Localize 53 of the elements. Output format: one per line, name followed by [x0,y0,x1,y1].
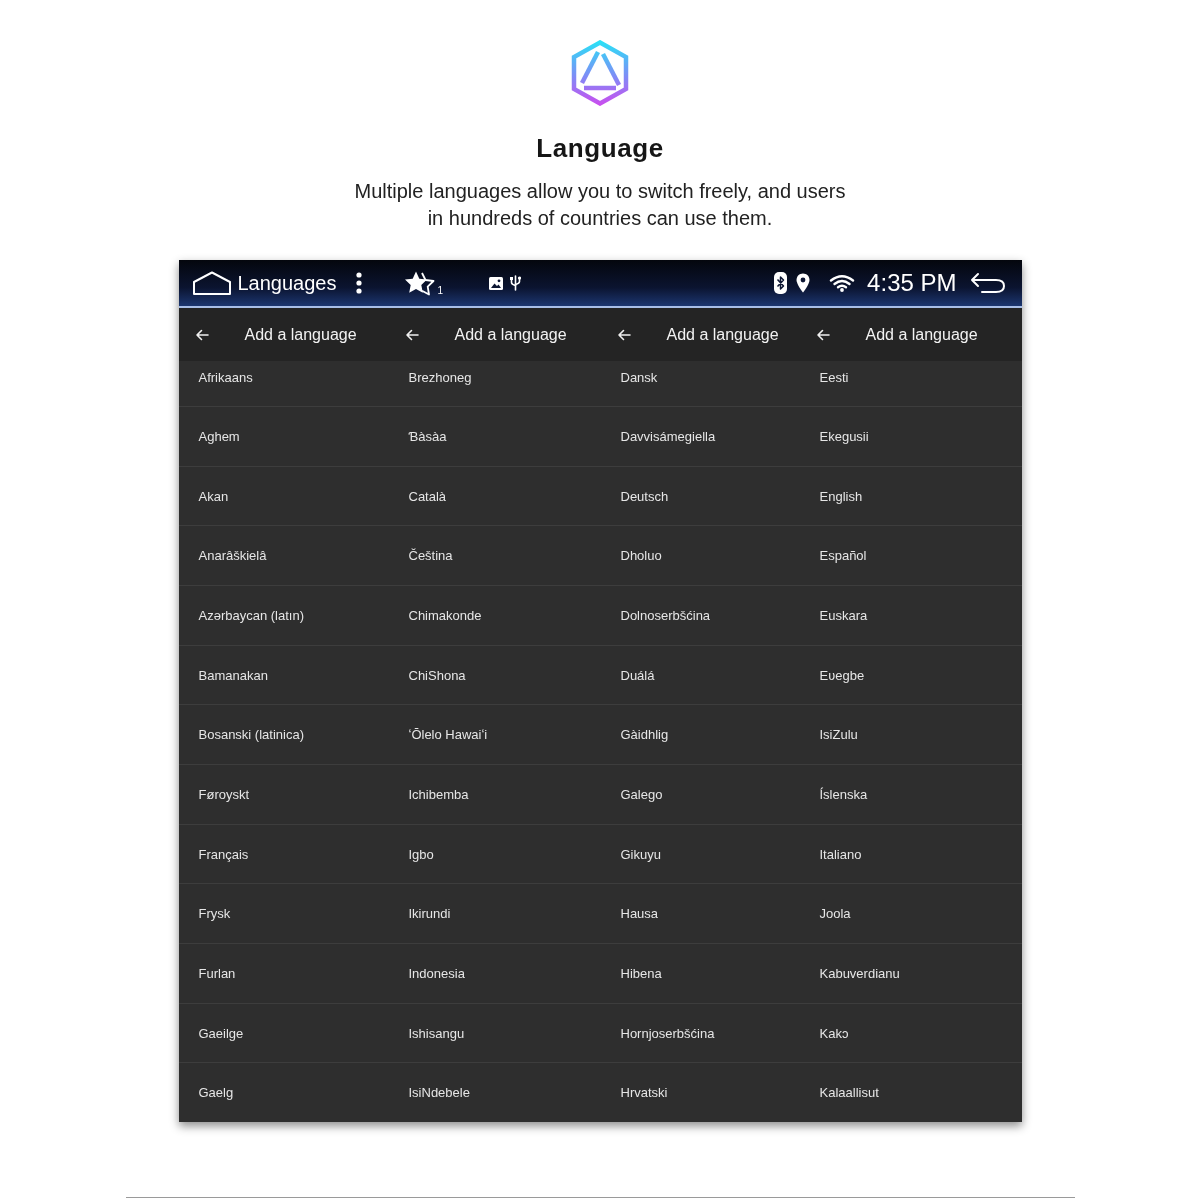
home-icon[interactable] [191,270,232,296]
star-icon[interactable] [404,270,437,296]
language-item[interactable]: Bamanakan [178,645,389,706]
language-item[interactable]: Eʋegbe [799,645,1022,706]
language-item[interactable]: Gaelg [178,1063,389,1123]
bluetooth-icon [774,272,788,294]
language-item[interactable]: IsiZulu [799,705,1022,766]
return-arrow-icon[interactable] [969,272,1006,294]
page-title: Add a language [865,325,978,344]
page-title: Add a language [666,325,779,344]
language-item[interactable]: Afrikaans [178,361,389,407]
language-item[interactable]: Føroyskt [178,765,389,825]
back-button[interactable] [194,328,209,341]
arrow-left-icon [815,328,830,341]
location-pin-icon [796,273,811,293]
page-title: Add a language [454,325,567,344]
language-item[interactable]: Euskara [799,586,1022,646]
clock-time: 4:35 PM [867,269,957,297]
app-title: Languages [237,271,337,295]
arrow-left-icon [404,328,419,341]
usb-icon [510,275,522,291]
language-item[interactable]: Frysk [178,884,389,945]
image-icon [489,276,504,290]
back-button[interactable] [404,328,419,341]
language-item[interactable]: English [799,466,1022,527]
language-item[interactable]: Aghem [178,407,389,467]
page-title: Add a language [244,325,357,344]
arrow-left-icon [616,328,631,341]
back-button[interactable] [616,328,631,341]
language-item[interactable]: Kakɔ [799,1003,1022,1064]
language-item[interactable]: Kalaallisut [799,1063,1022,1123]
section-title: Language [536,132,664,164]
wifi-icon [829,274,856,292]
language-item[interactable]: Joola [799,884,1022,945]
language-item[interactable]: Anarâškielâ [178,526,389,586]
language-item[interactable]: Ekegusii [799,407,1022,467]
star-count: 1 [437,285,444,296]
arrow-left-icon [194,328,209,341]
language-item[interactable]: Bosanski (latinica) [178,705,389,766]
back-button[interactable] [815,328,830,341]
section-description: Multiple languages allow you to switch freely, and users in hundreds of countries can use them. [354,179,846,231]
language-item[interactable]: Íslenska [799,765,1022,825]
language-item[interactable]: Akan [178,466,389,527]
language-item[interactable]: Français [178,824,389,885]
hexagon-logo-icon [571,40,629,106]
language-item[interactable]: Eesti [799,361,1022,407]
more-menu-icon[interactable] [356,272,363,294]
language-item[interactable]: Kabuverdianu [799,944,1022,1004]
language-item[interactable]: Azərbaycan (latın) [178,586,389,646]
language-item[interactable]: Italiano [799,824,1022,885]
language-item[interactable]: Furlan [178,944,389,1004]
language-item[interactable]: Gaeilge [178,1003,389,1064]
language-item[interactable]: Español [799,526,1022,586]
